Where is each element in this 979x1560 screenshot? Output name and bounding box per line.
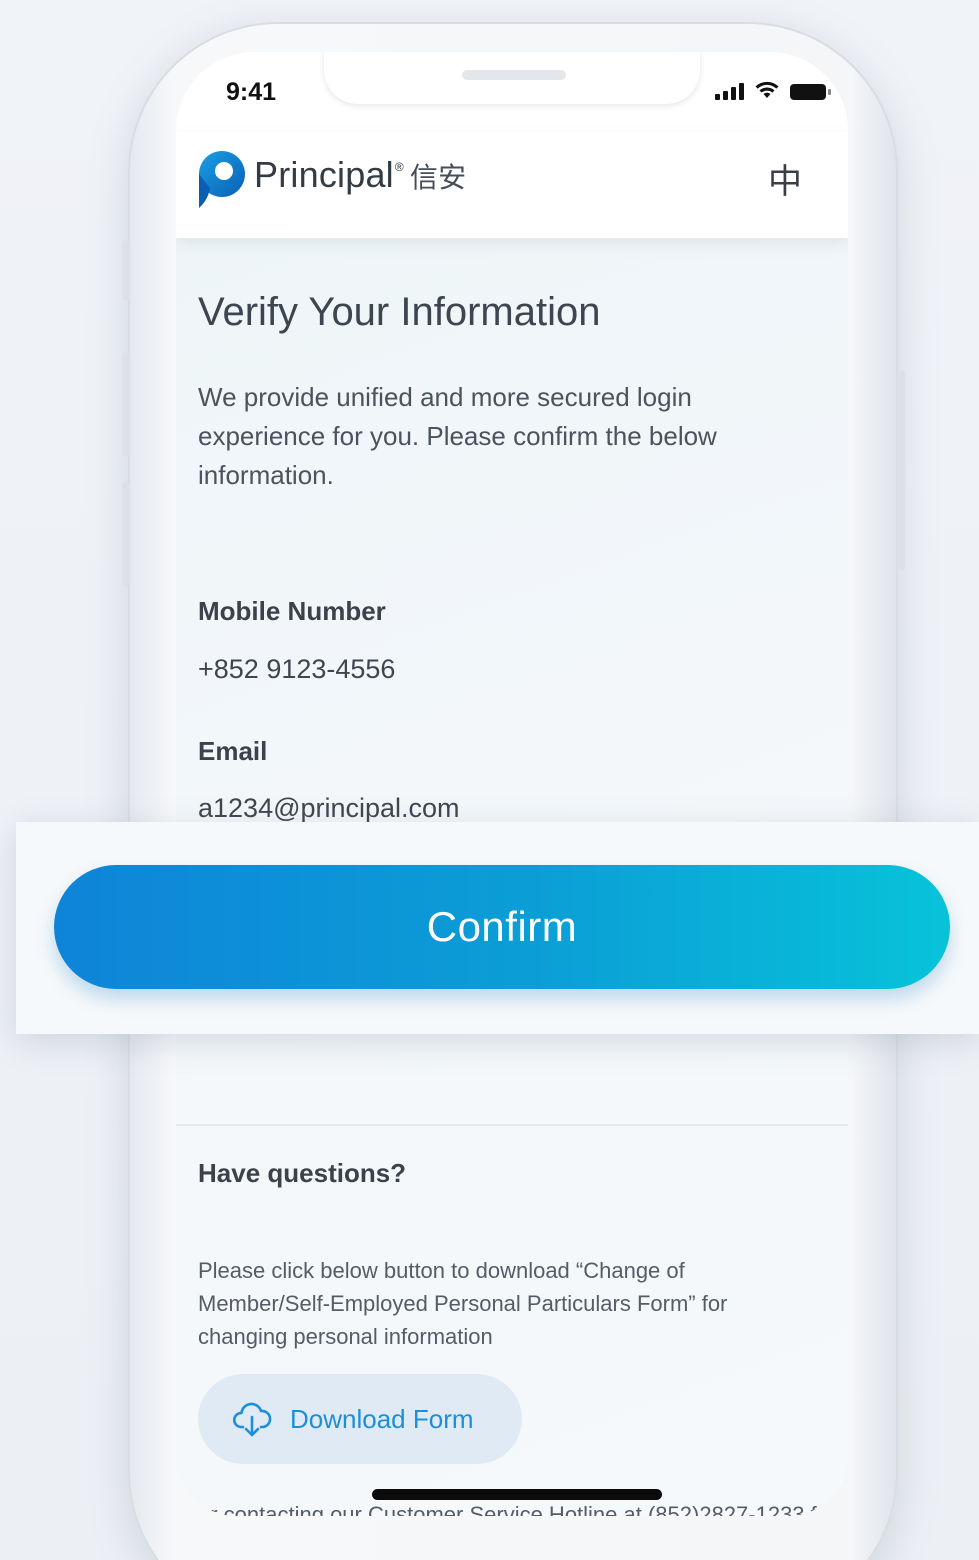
questions-title: Have questions? [198, 1158, 407, 1188]
email-value: a1234@principal.com [198, 793, 460, 823]
battery-icon [790, 84, 831, 100]
phone-screen: 9:41 Principal® 信安 中 Verify Your Informa… [176, 52, 848, 1516]
status-time: 9:41 [226, 78, 277, 106]
brand-wordmark: Principal® 信安 [254, 154, 466, 196]
confirm-card: Confirm [16, 822, 979, 1034]
phone-mute-switch [122, 240, 130, 300]
section-divider [176, 1124, 848, 1126]
cellular-signal-icon [715, 82, 744, 100]
status-icons [715, 80, 831, 100]
app-header: Principal® 信安 中 [176, 132, 848, 238]
brand-registered-mark: ® [394, 160, 404, 174]
phone-volume-up [122, 352, 130, 456]
home-indicator [372, 1489, 662, 1500]
page-title: Verify Your Information [198, 290, 601, 334]
speaker [462, 70, 566, 80]
mobile-number-value: +852 9123-4556 [198, 654, 396, 684]
brand-name: Principal [254, 154, 394, 195]
notch [324, 52, 700, 104]
status-bar: 9:41 [176, 52, 848, 132]
email-label: Email [198, 736, 268, 766]
stage: 9:41 Principal® 信安 中 Verify Your Informa… [0, 0, 979, 1560]
phone-power-button [897, 370, 905, 570]
cloud-download-icon [232, 1402, 272, 1437]
wifi-icon [755, 81, 779, 98]
mobile-number-label: Mobile Number [198, 596, 386, 626]
principal-logo-icon [199, 151, 245, 208]
phone-volume-down [122, 482, 130, 586]
questions-text: Please click below button to download “C… [198, 1258, 728, 1349]
brand-chinese: 信安 [409, 162, 467, 193]
download-form-button[interactable]: Download Form [198, 1374, 522, 1464]
download-form-label: Download Form [290, 1403, 474, 1434]
language-toggle-button[interactable]: 中 [768, 154, 802, 203]
confirm-button[interactable]: Confirm [54, 865, 950, 989]
contact-text: or contacting our Customer Service Hotli… [198, 1502, 837, 1516]
intro-text: We provide unified and more secured logi… [198, 382, 717, 490]
